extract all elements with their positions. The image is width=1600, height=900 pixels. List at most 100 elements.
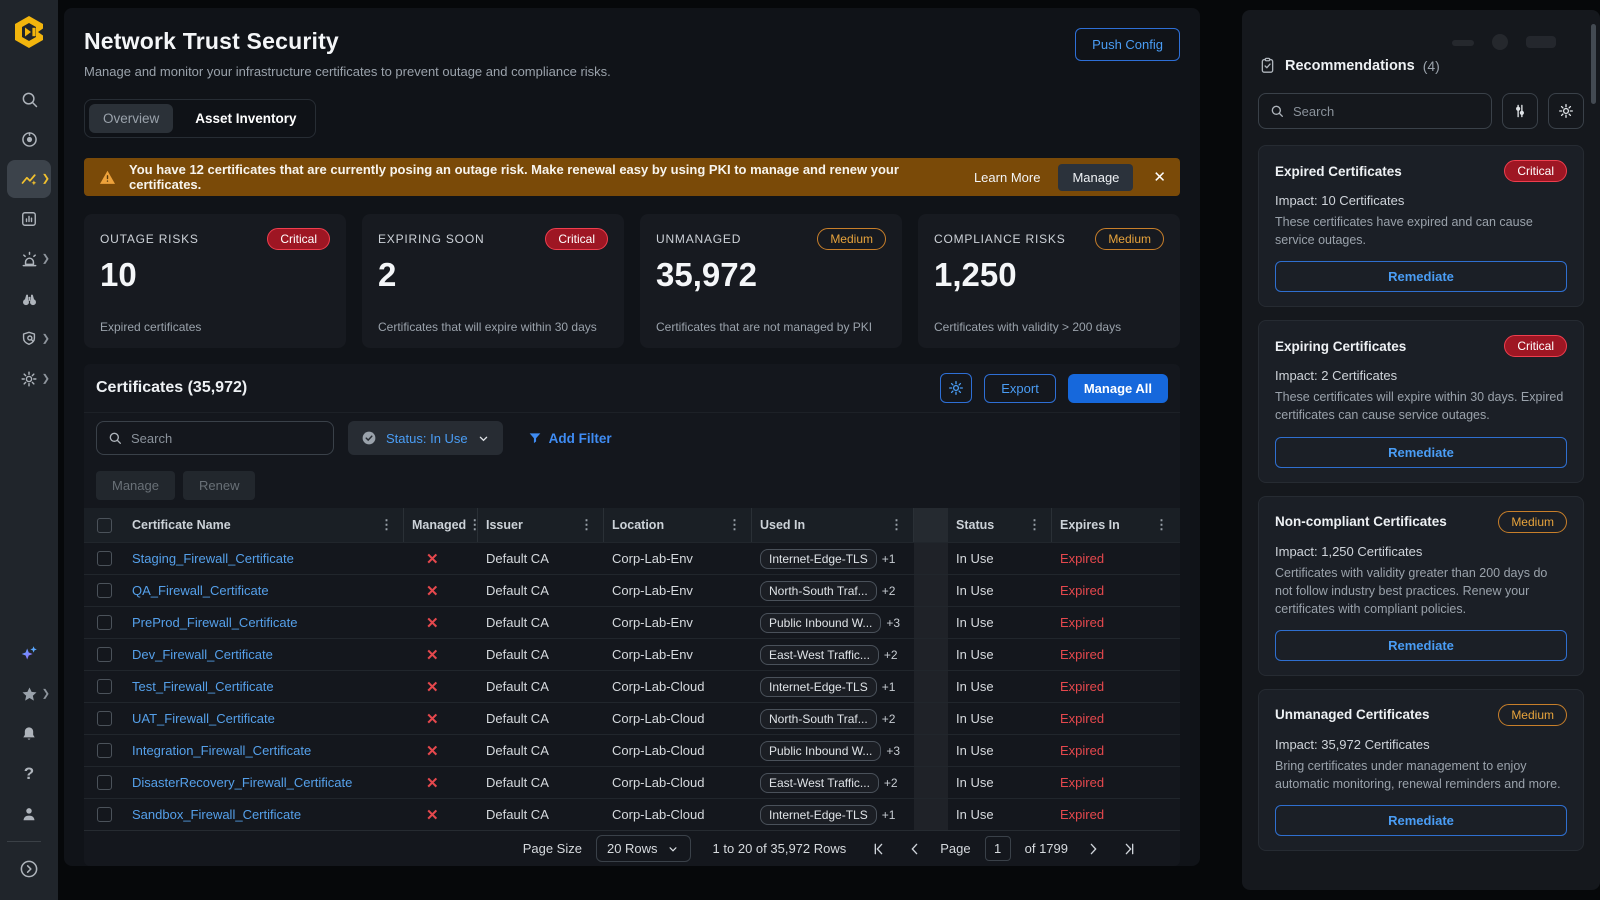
col-used-in[interactable]: Used In (760, 518, 805, 532)
page-number-input[interactable]: 1 (985, 836, 1011, 861)
expires-in-cell: Expired (1052, 615, 1178, 630)
used-in-more-count[interactable]: +3 (886, 744, 900, 758)
certificate-link[interactable]: QA_Firewall_Certificate (132, 583, 269, 598)
brand-logo-icon[interactable] (11, 14, 47, 50)
sidebar-item-inspect[interactable]: ❯ (7, 320, 51, 358)
used-in-chip[interactable]: Internet-Edge-TLS (760, 677, 877, 697)
used-in-chip[interactable]: North-South Traf... (760, 581, 877, 601)
next-page-button[interactable] (1082, 841, 1104, 857)
sidebar-item-notifications[interactable] (7, 715, 51, 753)
row-checkbox[interactable] (97, 583, 112, 598)
used-in-chip[interactable]: Public Inbound W... (760, 613, 881, 633)
push-config-button[interactable]: Push Config (1075, 28, 1180, 61)
used-in-chip[interactable]: Internet-Edge-TLS (760, 549, 877, 569)
column-menu-icon[interactable]: ⋮ (1026, 517, 1043, 533)
recommendations-settings-button[interactable] (1548, 93, 1584, 129)
row-checkbox[interactable] (97, 711, 112, 726)
status-filter-chip[interactable]: Status: In Use (348, 421, 503, 455)
used-in-more-count[interactable]: +2 (884, 648, 898, 662)
sidebar-item-insights[interactable]: ❯ (7, 160, 51, 198)
certificate-link[interactable]: Test_Firewall_Certificate (132, 679, 274, 694)
used-in-cell: Public Inbound W... +3 (752, 741, 914, 761)
col-issuer[interactable]: Issuer (486, 518, 523, 532)
column-menu-icon[interactable]: ⋮ (1153, 517, 1170, 533)
bulk-renew-button[interactable]: Renew (183, 471, 255, 500)
used-in-more-count[interactable]: +2 (882, 584, 896, 598)
used-in-more-count[interactable]: +2 (884, 776, 898, 790)
sidebar-item-profile[interactable] (7, 795, 51, 833)
sidebar-item-alerts[interactable]: ❯ (7, 240, 51, 278)
learn-more-link[interactable]: Learn More (974, 170, 1040, 185)
filter-sliders-button[interactable] (1502, 93, 1538, 129)
page-size-select[interactable]: 20 Rows (596, 835, 691, 862)
used-in-more-count[interactable]: +1 (882, 680, 896, 694)
row-checkbox[interactable] (97, 615, 112, 630)
recommendations-search[interactable] (1258, 93, 1492, 129)
sidebar-item-help[interactable]: ? (7, 755, 51, 793)
col-managed[interactable]: Managed (412, 518, 466, 532)
certificate-name-cell: Test_Firewall_Certificate (124, 679, 404, 694)
remediate-button[interactable]: Remediate (1275, 630, 1567, 661)
certificate-link[interactable]: DisasterRecovery_Firewall_Certificate (132, 775, 352, 790)
used-in-more-count[interactable]: +1 (882, 552, 896, 566)
used-in-more-count[interactable]: +2 (882, 712, 896, 726)
used-in-chip[interactable]: East-West Traffic... (760, 645, 879, 665)
export-button[interactable]: Export (984, 374, 1056, 403)
select-all-checkbox[interactable] (97, 518, 112, 533)
remediate-button[interactable]: Remediate (1275, 261, 1567, 292)
unmanaged-x-icon: ✕ (412, 775, 439, 792)
sidebar-item-settings[interactable]: ❯ (7, 360, 51, 398)
col-certificate-name[interactable]: Certificate Name (132, 518, 231, 532)
sidebar-item-ai-assistant[interactable] (7, 635, 51, 673)
used-in-chip[interactable]: East-West Traffic... (760, 773, 879, 793)
search-input[interactable] (131, 431, 323, 446)
row-checkbox[interactable] (97, 807, 112, 822)
certificate-link[interactable]: Integration_Firewall_Certificate (132, 743, 311, 758)
banner-close-icon[interactable]: ✕ (1153, 168, 1166, 186)
sidebar-item-search[interactable] (7, 80, 51, 118)
used-in-chip[interactable]: North-South Traf... (760, 709, 877, 729)
recommendations-search-input[interactable] (1293, 104, 1481, 119)
sidebar-item-radar[interactable] (7, 120, 51, 158)
row-checkbox[interactable] (97, 551, 112, 566)
previous-page-button[interactable] (904, 841, 926, 857)
bulk-manage-button[interactable]: Manage (96, 471, 175, 500)
col-expires-in[interactable]: Expires In (1060, 518, 1120, 532)
sidebar-item-dashboard[interactable] (7, 200, 51, 238)
used-in-more-count[interactable]: +1 (882, 808, 896, 822)
sidebar-item-favorites[interactable]: ❯ (7, 675, 51, 713)
last-page-button[interactable] (1118, 841, 1140, 857)
banner-manage-button[interactable]: Manage (1058, 164, 1133, 191)
remediate-button[interactable]: Remediate (1275, 805, 1567, 836)
recommendation-title: Unmanaged Certificates (1275, 707, 1430, 722)
row-checkbox[interactable] (97, 647, 112, 662)
manage-all-button[interactable]: Manage All (1068, 374, 1168, 403)
sidebar-item-discovery[interactable] (7, 280, 51, 318)
used-in-more-count[interactable]: +3 (886, 616, 900, 630)
first-page-button[interactable] (868, 841, 890, 857)
row-checkbox[interactable] (97, 775, 112, 790)
certificate-link[interactable]: Sandbox_Firewall_Certificate (132, 807, 301, 822)
table-settings-button[interactable] (940, 373, 972, 403)
used-in-chip[interactable]: Public Inbound W... (760, 741, 881, 761)
col-status[interactable]: Status (956, 518, 994, 532)
certificates-search[interactable] (96, 421, 334, 455)
column-menu-icon[interactable]: ⋮ (726, 517, 743, 533)
tab-asset-inventory[interactable]: Asset Inventory (181, 104, 310, 133)
column-menu-icon[interactable]: ⋮ (578, 517, 595, 533)
column-menu-icon[interactable]: ⋮ (378, 517, 395, 533)
add-filter-button[interactable]: Add Filter (527, 430, 612, 446)
used-in-chip[interactable]: Internet-Edge-TLS (760, 805, 877, 825)
row-checkbox[interactable] (97, 679, 112, 694)
certificate-link[interactable]: Staging_Firewall_Certificate (132, 551, 294, 566)
certificate-link[interactable]: Dev_Firewall_Certificate (132, 647, 273, 662)
panel-scrollbar[interactable] (1591, 24, 1596, 104)
row-checkbox[interactable] (97, 743, 112, 758)
sidebar-item-expand[interactable] (7, 850, 51, 888)
col-location[interactable]: Location (612, 518, 664, 532)
tab-overview[interactable]: Overview (89, 104, 173, 133)
remediate-button[interactable]: Remediate (1275, 437, 1567, 468)
certificate-link[interactable]: UAT_Firewall_Certificate (132, 711, 275, 726)
certificate-link[interactable]: PreProd_Firewall_Certificate (132, 615, 297, 630)
column-menu-icon[interactable]: ⋮ (888, 517, 905, 533)
